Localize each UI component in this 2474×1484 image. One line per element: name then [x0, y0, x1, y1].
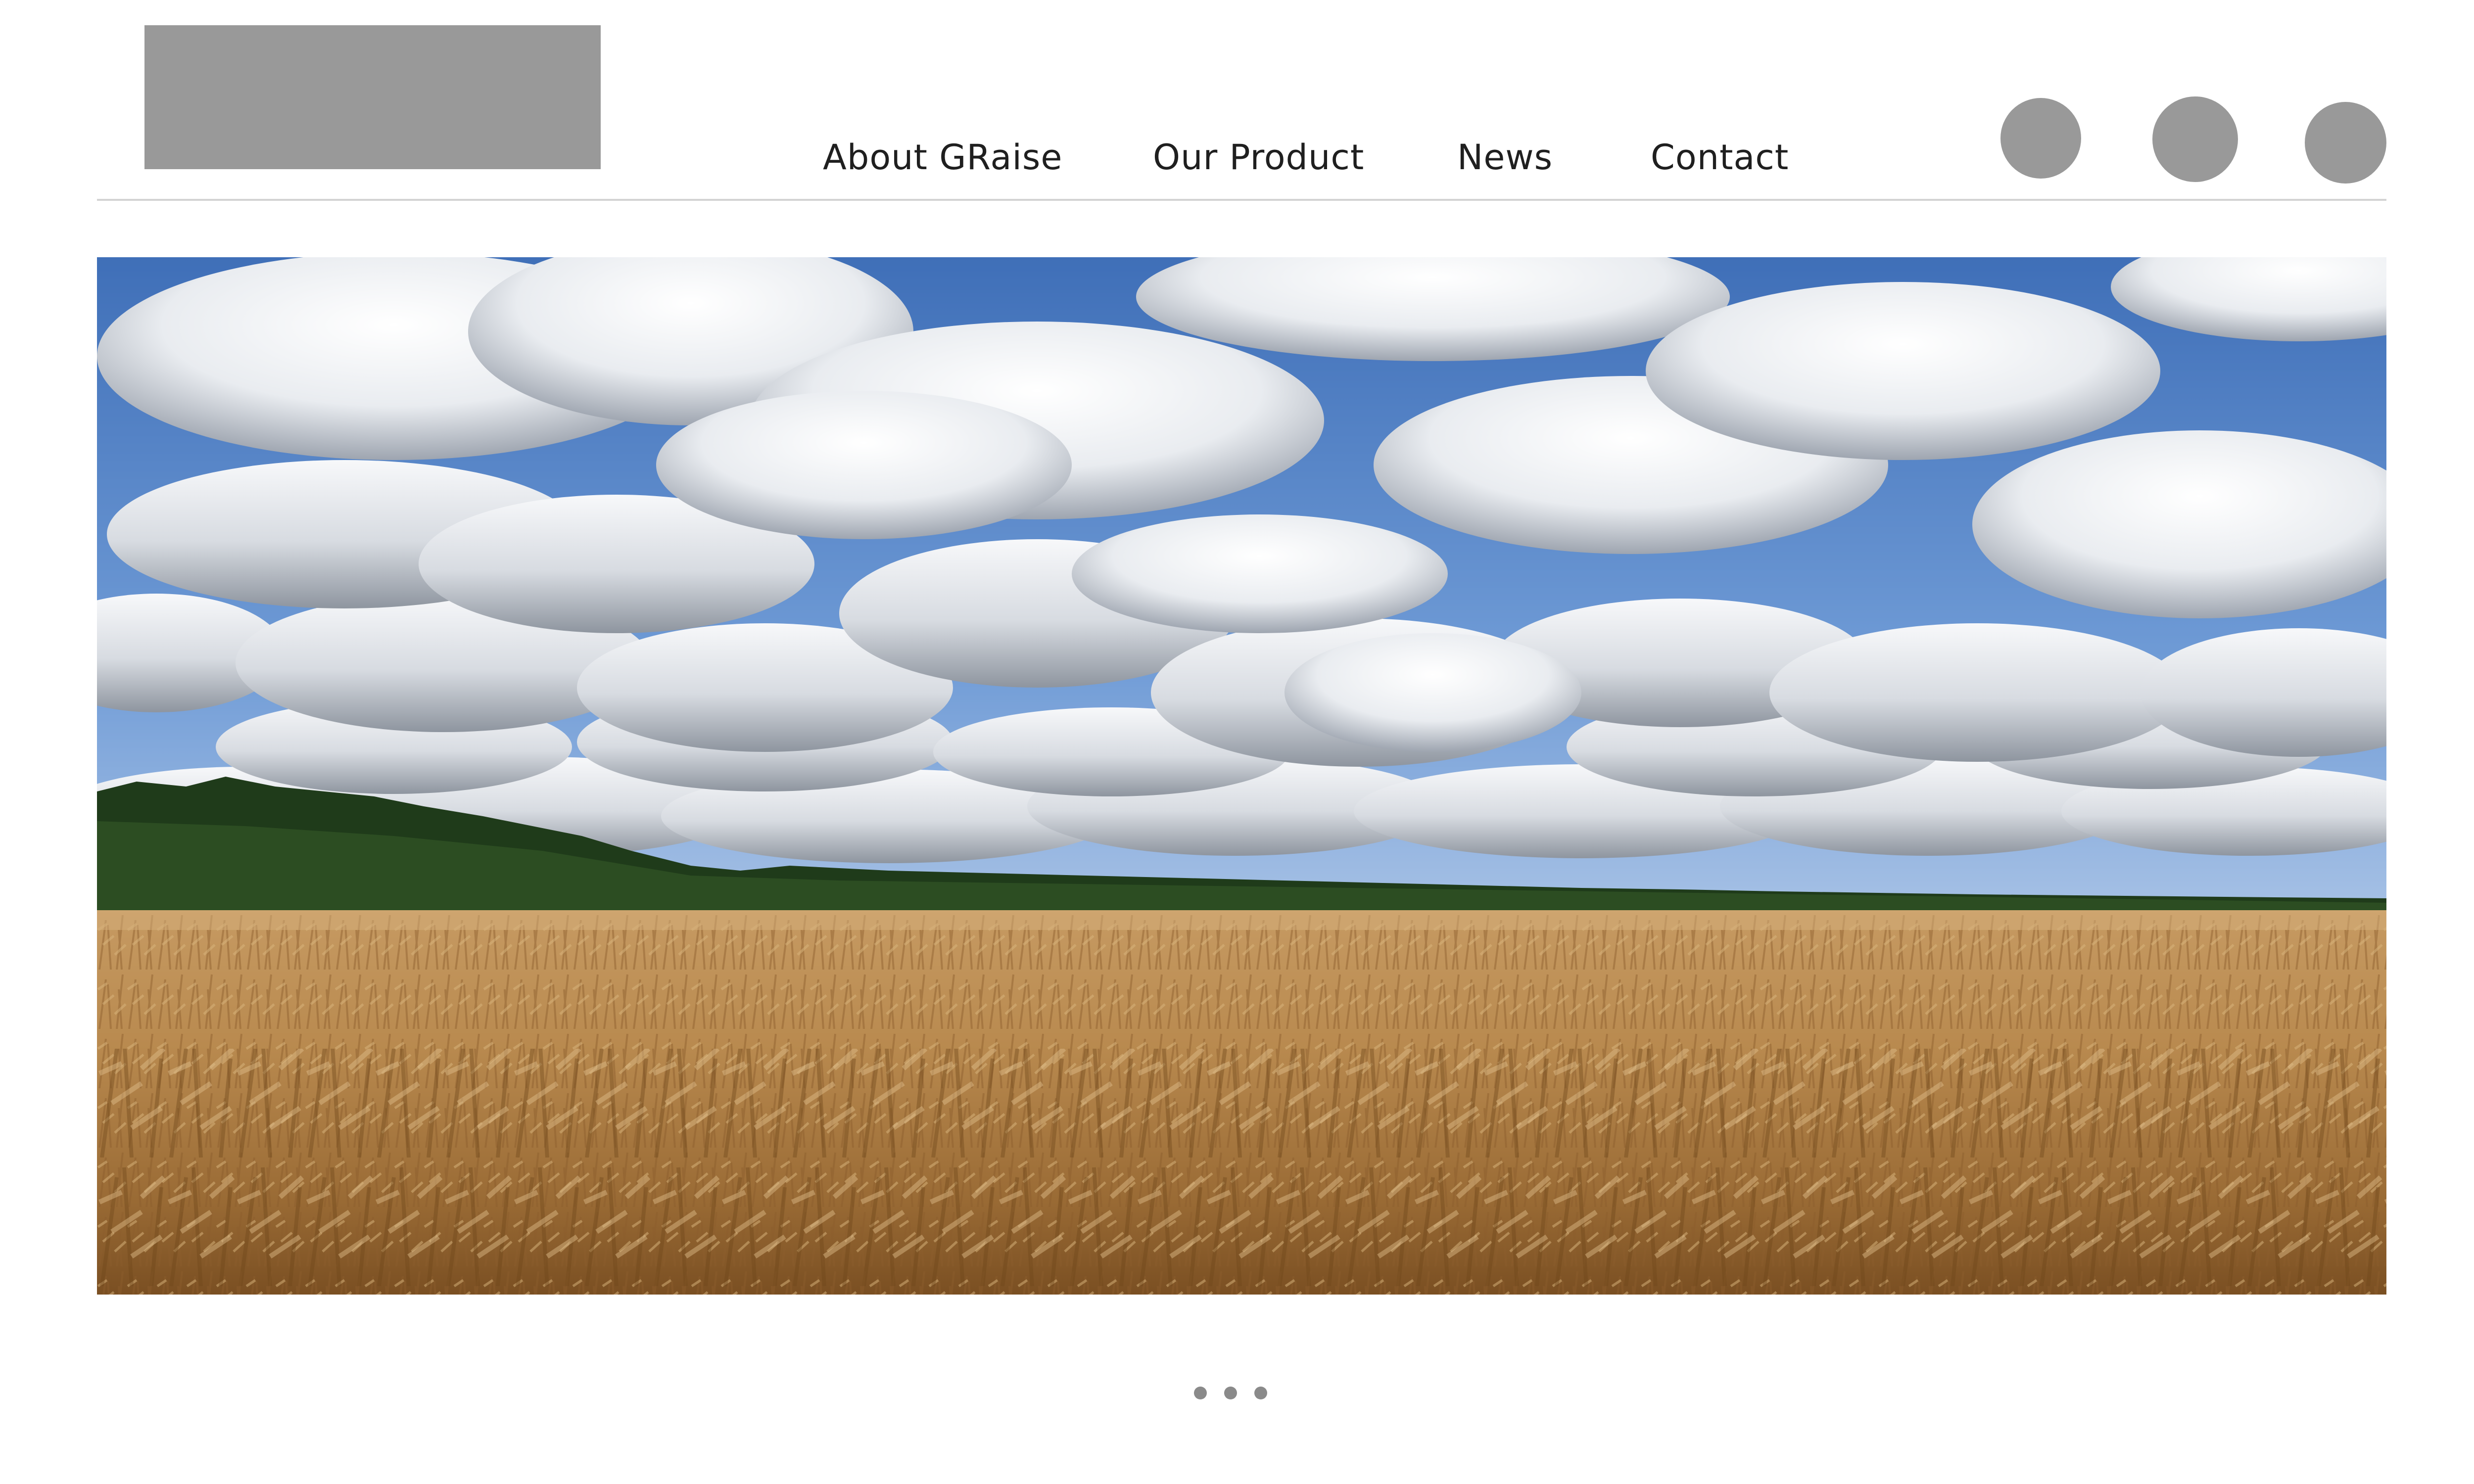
nav-link-our-product[interactable]: Our Product — [1153, 130, 1364, 185]
slide-dot-1[interactable] — [1194, 1387, 1207, 1399]
social-link-1-icon[interactable] — [2000, 98, 2081, 179]
field-landscape-illustration — [97, 257, 2386, 1295]
nav-link-news[interactable]: News — [1457, 130, 1553, 185]
social-link-2-icon[interactable] — [2152, 96, 2238, 182]
slide-dot-2[interactable] — [1224, 1387, 1237, 1399]
header-divider — [97, 199, 2386, 201]
nav-link-about[interactable]: About GRaise — [823, 130, 1062, 185]
hero-slideshow-image — [97, 257, 2386, 1295]
slide-dot-3[interactable] — [1254, 1387, 1267, 1399]
main-nav: About GRaise Our Product News Contact — [0, 130, 2474, 189]
slideshow-pagination — [0, 1387, 2474, 1401]
social-link-3-icon[interactable] — [2305, 102, 2386, 184]
nav-link-contact[interactable]: Contact — [1651, 130, 1789, 185]
